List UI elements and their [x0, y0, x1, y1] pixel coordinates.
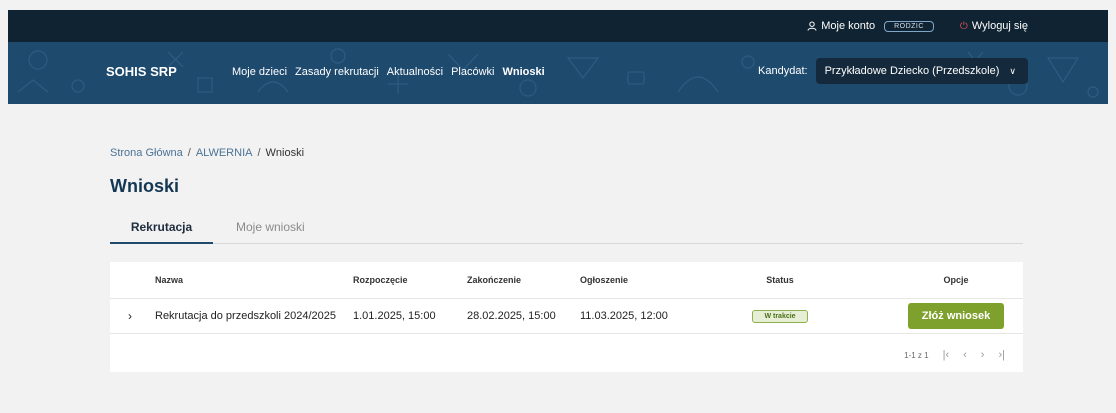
- pagination-range: 1-1 z 1: [904, 350, 929, 360]
- breadcrumb-separator: /: [257, 147, 261, 159]
- table-row: › Rekrutacja do przedszkoli 2024/2025 1.…: [110, 299, 1023, 334]
- tab-rekrutacja[interactable]: Rekrutacja: [110, 220, 213, 244]
- top-utility-actions: Moje konto RODZIC ⏻ Wyloguj się: [807, 10, 1028, 42]
- brand-logo[interactable]: SOHIS SRP: [106, 64, 177, 79]
- logout-label: Wyloguj się: [971, 20, 1028, 32]
- first-page-icon[interactable]: |‹: [943, 349, 950, 361]
- status-badge: W trakcie: [752, 309, 808, 323]
- options-cell: Złóż wniosek: [908, 299, 1004, 333]
- account-link[interactable]: Moje konto: [807, 20, 875, 32]
- tab-bar: Rekrutacja Moje wnioski: [110, 220, 1023, 244]
- account-label: Moje konto: [821, 20, 876, 32]
- column-header-opcje: Opcje: [943, 275, 969, 285]
- logout-link[interactable]: ⏻ Wyloguj się: [960, 20, 1028, 32]
- row-announcement: 11.03.2025, 12:00: [580, 310, 668, 322]
- main-navbar: SOHIS SRP Moje dzieci Zasady rekrutacji …: [8, 42, 1108, 104]
- recruitment-table: Nazwa Rozpoczęcie Zakończenie Ogłoszenie…: [110, 262, 1023, 372]
- nav-item-aktualnosci[interactable]: Aktualności: [387, 66, 443, 78]
- pagination: 1-1 z 1 |‹ ‹ › ›|: [904, 349, 1005, 361]
- power-icon: ⏻: [959, 20, 968, 32]
- main-nav: Moje dzieci Zasady rekrutacji Aktualnośc…: [232, 66, 545, 78]
- candidate-selector: Kandydat: Przykładowe Dziecko (Przedszko…: [758, 58, 1028, 84]
- nav-item-zasady-rekrutacji[interactable]: Zasady rekrutacji: [295, 66, 379, 78]
- column-header-ogloszenie: Ogłoszenie: [580, 275, 629, 285]
- column-header-status: Status: [766, 275, 794, 285]
- chevron-right-icon[interactable]: ›: [122, 299, 138, 333]
- candidate-value: Przykładowe Dziecko (Przedszkole): [824, 65, 1000, 77]
- role-badge: RODZIC: [884, 20, 934, 32]
- last-page-icon[interactable]: ›|: [998, 349, 1005, 361]
- nav-item-placowki[interactable]: Placówki: [451, 66, 494, 78]
- breadcrumb-home[interactable]: Strona Główna: [110, 147, 183, 159]
- page-title: Wnioski: [110, 176, 180, 196]
- tab-moje-wnioski[interactable]: Moje wnioski: [236, 220, 305, 244]
- breadcrumb: Strona Główna / ALWERNIA / Wnioski: [110, 147, 304, 159]
- prev-page-icon[interactable]: ‹: [963, 349, 967, 361]
- column-header-nazwa: Nazwa: [155, 275, 184, 285]
- candidate-dropdown[interactable]: Przykładowe Dziecko (Przedszkole) ∨: [815, 58, 1028, 84]
- submit-application-button[interactable]: Złóż wniosek: [908, 303, 1004, 329]
- row-start: 1.01.2025, 15:00: [353, 310, 436, 322]
- nav-item-moje-dzieci[interactable]: Moje dzieci: [232, 66, 287, 78]
- top-utility-bar: Moje konto RODZIC ⏻ Wyloguj się: [8, 10, 1108, 42]
- chevron-down-icon: ∨: [1009, 65, 1016, 76]
- user-icon: [807, 21, 817, 31]
- breadcrumb-current: Wnioski: [265, 147, 305, 159]
- candidate-label: Kandydat:: [758, 65, 808, 77]
- nav-item-wnioski[interactable]: Wnioski: [502, 66, 544, 78]
- column-header-zakonczenie: Zakończenie: [467, 275, 522, 285]
- status-cell: W trakcie: [730, 299, 830, 333]
- row-name: Rekrutacja do przedszkoli 2024/2025: [155, 310, 337, 322]
- next-page-icon[interactable]: ›: [981, 349, 985, 361]
- table-header: Nazwa Rozpoczęcie Zakończenie Ogłoszenie…: [110, 262, 1023, 299]
- column-header-rozpoczecie: Rozpoczęcie: [353, 275, 408, 285]
- breadcrumb-alwernia[interactable]: ALWERNIA: [196, 147, 253, 159]
- row-end: 28.02.2025, 15:00: [467, 310, 556, 322]
- breadcrumb-separator: /: [187, 147, 191, 159]
